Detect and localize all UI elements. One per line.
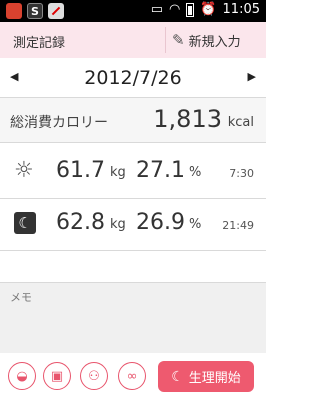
header-divider [165, 27, 166, 53]
menstruation-start-label: 生理開始 [188, 371, 241, 386]
app-header: 測定記録 ✎ 新規入力 [0, 22, 266, 58]
people-icon[interactable]: ⚇ [80, 362, 108, 390]
moon-icon: ☾ [14, 212, 36, 234]
bread-icon[interactable]: ▣ [43, 362, 71, 390]
alarm-icon: ⏰ [200, 2, 217, 17]
weight-unit: kg [110, 217, 126, 232]
system-icons: ▭ ◠ ⏰ 11:05 [151, 2, 260, 17]
next-day-button[interactable]: ▶ [248, 70, 256, 83]
wifi-icon: ◠ [169, 2, 181, 17]
screen-title: 測定記録 [13, 36, 66, 51]
measurement-time: 7:30 [229, 167, 254, 180]
weight-unit: kg [110, 165, 126, 180]
divider [0, 142, 266, 143]
body-fat-unit: % [189, 217, 202, 232]
calorie-value: 1,813 [153, 105, 222, 133]
body-fat-value: 26.9 [136, 210, 185, 235]
calorie-row: 総消費カロリー 1,813 kcal [0, 98, 266, 142]
menstruation-start-button[interactable]: ☾ 生理開始 [158, 361, 254, 392]
calorie-label: 総消費カロリー [10, 115, 108, 131]
app-icon [6, 3, 22, 19]
divider [0, 250, 266, 251]
pencil-icon: ✎ [172, 31, 185, 49]
s-app-icon: S [27, 3, 43, 19]
current-date: 2012/7/26 [84, 67, 182, 89]
measurement-time: 21:49 [222, 219, 254, 232]
blocked-app-icon [48, 3, 64, 19]
food-icon[interactable]: ◒ [8, 362, 36, 390]
status-time: 11:05 [222, 2, 260, 17]
measurement-row-morning[interactable]: ☼ 61.7 kg 27.1 % 7:30 [0, 148, 266, 198]
date-navigation: ◀ 2012/7/26 ▶ [0, 62, 266, 94]
measurement-row-evening[interactable]: ☾ 62.8 kg 26.9 % 21:49 [0, 200, 266, 250]
divider [0, 198, 266, 199]
body-fat-unit: % [189, 165, 202, 180]
body-fat-value: 27.1 [136, 158, 185, 183]
voicemail-icon: ▭ [150, 2, 163, 17]
memo-area[interactable]: メモ [0, 283, 266, 353]
moon-icon: ☾ [171, 368, 184, 385]
bandage-icon[interactable]: ∞ [118, 362, 146, 390]
new-entry-label: 新規入力 [188, 34, 241, 50]
battery-icon [186, 2, 195, 17]
weight-value: 61.7 [56, 158, 105, 183]
memo-label: メモ [10, 291, 32, 304]
calorie-unit: kcal [227, 115, 254, 130]
status-bar: S ▭ ◠ ⏰ 11:05 [0, 0, 266, 22]
new-entry-button[interactable]: ✎ 新規入力 [172, 22, 266, 58]
notification-icons: S [6, 3, 64, 19]
sun-icon: ☼ [14, 158, 34, 183]
weight-value: 62.8 [56, 210, 105, 235]
bottom-toolbar: ◒ ▣ ⚇ ∞ ☾ 生理開始 [0, 353, 266, 399]
